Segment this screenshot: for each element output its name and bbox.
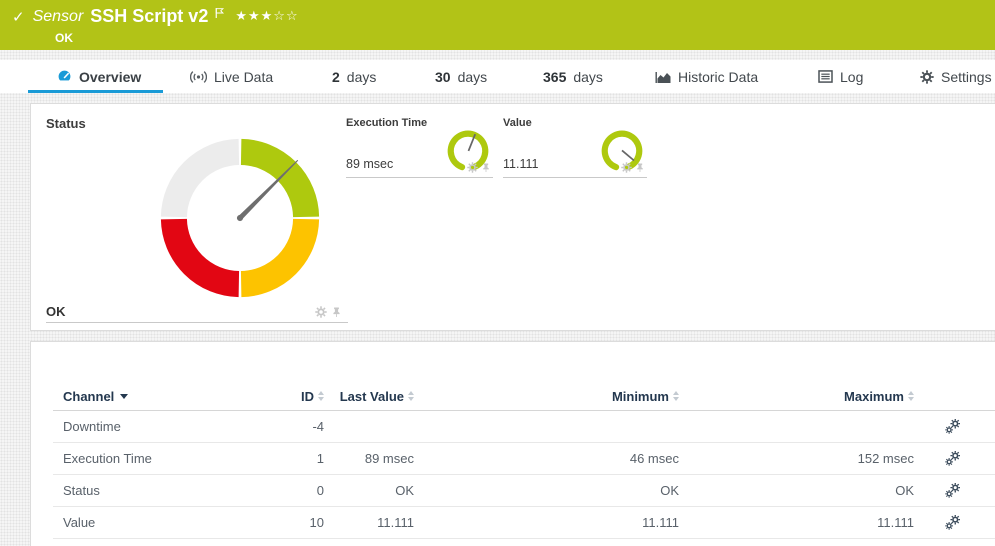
overview-gauges-panel: Status OK Execution Time 89 msec xyxy=(30,103,995,331)
tab-365-days[interactable]: 365 days xyxy=(543,60,603,93)
channel-table: Channel ID Last Value Minimum Maximum xyxy=(53,382,995,539)
sensor-title: SSH Script v2 xyxy=(90,6,208,27)
tab-365-days-number: 365 xyxy=(543,69,566,85)
column-header-last-value-label: Last Value xyxy=(340,389,404,404)
pin-icon[interactable] xyxy=(635,162,645,173)
priority-star-rating[interactable]: ★★★☆☆ xyxy=(235,8,298,24)
cell-last-value: OK xyxy=(324,483,414,498)
channel-settings-icon[interactable] xyxy=(945,515,960,530)
tab-log-label: Log xyxy=(840,69,863,85)
cell-id: 0 xyxy=(241,483,324,498)
table-row-execution-time: Execution Time 1 89 msec 46 msec 152 mse… xyxy=(53,443,995,475)
execution-time-value: 89 msec xyxy=(346,157,393,171)
status-gauge-value: OK xyxy=(46,304,66,319)
value-value: 11.111 xyxy=(503,157,538,171)
cell-last-value: 89 msec xyxy=(324,451,414,466)
column-header-id-label: ID xyxy=(301,389,314,404)
cell-maximum: 152 msec xyxy=(679,451,914,466)
tab-2-days-label: days xyxy=(347,69,377,85)
channel-settings-icon[interactable] xyxy=(945,451,960,466)
column-header-maximum-label: Maximum xyxy=(844,389,904,404)
column-header-id[interactable]: ID xyxy=(241,389,324,404)
execution-time-gauge-cell: Execution Time 89 msec xyxy=(346,114,493,178)
channel-table-header: Channel ID Last Value Minimum Maximum xyxy=(53,382,995,411)
cell-minimum: 11.111 xyxy=(414,515,679,530)
tab-2-days-number: 2 xyxy=(332,69,340,85)
gauge-settings-gear-icon[interactable] xyxy=(315,306,327,318)
column-header-channel-label: Channel xyxy=(63,389,114,404)
column-header-channel[interactable]: Channel xyxy=(63,389,241,404)
cell-channel: Status xyxy=(63,483,241,498)
log-list-icon xyxy=(818,70,833,83)
cell-maximum: 11.111 xyxy=(679,515,914,530)
column-header-maximum[interactable]: Maximum xyxy=(679,389,914,404)
cell-last-value: 11.111 xyxy=(324,515,414,530)
broadcast-icon xyxy=(190,70,207,84)
column-header-minimum[interactable]: Minimum xyxy=(414,389,679,404)
execution-time-title: Execution Time xyxy=(346,117,427,129)
tab-30-days-label: days xyxy=(458,69,488,85)
table-row-downtime: Downtime -4 xyxy=(53,411,995,443)
gauge-settings-gear-icon[interactable] xyxy=(467,162,478,173)
tab-365-days-label: days xyxy=(573,69,603,85)
object-kind-label: Sensor xyxy=(33,8,84,26)
settings-gear-icon xyxy=(920,70,934,84)
cell-minimum: 46 msec xyxy=(414,451,679,466)
tab-live-data-label: Live Data xyxy=(214,69,273,85)
sensor-status-band: ✓ Sensor SSH Script v2 ★★★☆☆ OK xyxy=(0,0,995,50)
stars-filled: ★★★ xyxy=(235,8,273,23)
sort-icon xyxy=(908,391,914,401)
tab-30-days-number: 30 xyxy=(435,69,451,85)
cell-channel: Downtime xyxy=(63,419,241,434)
active-tab-underline xyxy=(28,90,163,93)
tab-overview-label: Overview xyxy=(79,69,141,85)
tab-bar: Overview Live Data 2days 30days 365days … xyxy=(0,60,995,93)
tab-30-days[interactable]: 30 days xyxy=(435,60,487,93)
area-chart-icon xyxy=(655,70,671,84)
channel-settings-icon[interactable] xyxy=(945,419,960,434)
value-gauge-cell: Value 11.111 xyxy=(503,114,647,178)
sensor-status-label: OK xyxy=(55,31,995,45)
tab-settings[interactable]: Settings xyxy=(920,60,992,93)
column-header-last-value[interactable]: Last Value xyxy=(324,389,414,404)
stars-empty: ☆☆ xyxy=(273,8,298,23)
tab-historic-data[interactable]: Historic Data xyxy=(655,60,758,93)
column-header-minimum-label: Minimum xyxy=(612,389,669,404)
status-gauge-title: Status xyxy=(46,116,86,131)
tab-log[interactable]: Log xyxy=(818,60,863,93)
value-title: Value xyxy=(503,117,532,129)
status-gauge xyxy=(158,136,322,300)
cell-channel: Value xyxy=(63,515,241,530)
cell-minimum: OK xyxy=(414,483,679,498)
flag-icon[interactable] xyxy=(215,7,225,19)
cell-maximum: OK xyxy=(679,483,914,498)
tab-historic-data-label: Historic Data xyxy=(678,69,758,85)
tab-2-days[interactable]: 2 days xyxy=(332,60,376,93)
cell-id: -4 xyxy=(241,419,324,434)
gauge-settings-gear-icon[interactable] xyxy=(621,162,632,173)
tab-live-data[interactable]: Live Data xyxy=(190,60,273,93)
gauge-icon xyxy=(57,69,72,84)
status-gauge-cell: Status OK xyxy=(46,114,348,323)
gauge-needle xyxy=(622,150,634,160)
sort-desc-icon xyxy=(120,394,128,399)
channel-settings-icon[interactable] xyxy=(945,483,960,498)
table-row-status: Status 0 OK OK OK xyxy=(53,475,995,507)
pin-icon[interactable] xyxy=(481,162,491,173)
cell-id: 10 xyxy=(241,515,324,530)
cell-id: 1 xyxy=(241,451,324,466)
pin-icon[interactable] xyxy=(331,306,342,318)
tab-settings-label: Settings xyxy=(941,69,992,85)
cell-channel: Execution Time xyxy=(63,451,241,466)
tab-overview[interactable]: Overview xyxy=(57,60,141,93)
table-row-value: Value 10 11.111 11.111 11.111 xyxy=(53,507,995,539)
channel-table-panel: Channel ID Last Value Minimum Maximum xyxy=(30,341,995,546)
ok-check-icon: ✓ xyxy=(12,8,25,26)
